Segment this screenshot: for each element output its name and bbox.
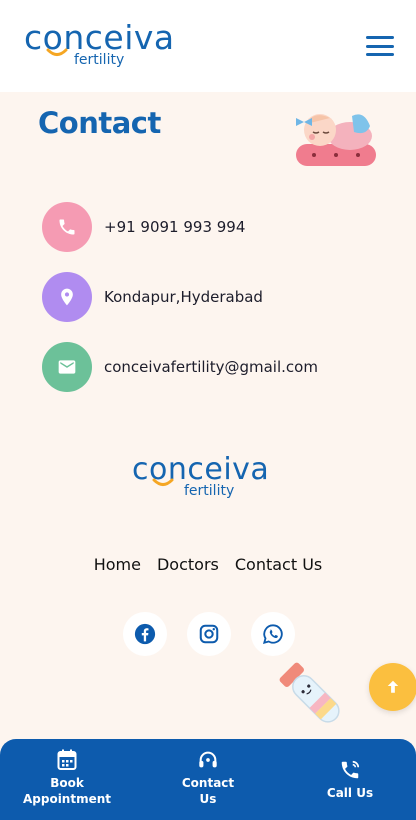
sleeping-baby-illustration (296, 114, 376, 166)
book-appointment-button[interactable]: Book Appointment (17, 739, 117, 820)
brand-tagline: fertility (74, 52, 125, 68)
arrow-up-icon (387, 680, 399, 693)
contact-title: Contact (38, 106, 161, 140)
bottom-action-bar: Book Appointment Contact Us Call Us (0, 739, 416, 820)
whatsapp-icon[interactable] (251, 612, 295, 656)
mail-icon (42, 342, 92, 392)
contact-email-text: conceivafertility@gmail.com (104, 358, 318, 376)
contact-us-label: Contact Us (181, 776, 235, 806)
footer-brand-logo[interactable]: conceiva fertility (132, 452, 292, 504)
contact-location-text: Kondapur,Hyderabad (104, 288, 263, 306)
call-us-label: Call Us (326, 786, 374, 800)
calendar-icon (57, 749, 77, 771)
contact-email-row[interactable]: conceivafertility@gmail.com (42, 342, 382, 392)
scroll-to-top-button[interactable] (369, 663, 416, 711)
contact-phone-text: +91 9091 993 994 (104, 218, 246, 236)
footer-nav: Home Doctors Contact Us (0, 555, 416, 574)
contact-phone-row[interactable]: +91 9091 993 994 (42, 202, 382, 252)
brand-logo[interactable]: conceiva fertility (24, 20, 184, 72)
call-us-button[interactable]: Call Us (310, 739, 390, 820)
contact-location-row[interactable]: Kondapur,Hyderabad (42, 272, 382, 322)
site-header: conceiva fertility (0, 0, 416, 92)
book-appointment-label: Book Appointment (22, 776, 112, 806)
menu-icon[interactable] (366, 36, 394, 56)
contact-us-button[interactable]: Contact Us (163, 739, 253, 820)
test-tube-illustration (279, 662, 340, 723)
location-pin-icon (42, 272, 92, 322)
footer-link-doctors[interactable]: Doctors (157, 555, 219, 574)
instagram-icon[interactable] (187, 612, 231, 656)
footer-link-home[interactable]: Home (94, 555, 141, 574)
footer-brand-tagline: fertility (184, 483, 235, 499)
facebook-icon[interactable] (123, 612, 167, 656)
footer-logo-smile-icon (152, 478, 174, 486)
phone-call-icon (339, 759, 361, 781)
phone-icon (42, 202, 92, 252)
logo-smile-icon (46, 48, 68, 56)
footer-link-contact-us[interactable]: Contact Us (235, 555, 322, 574)
headset-icon (197, 749, 219, 771)
